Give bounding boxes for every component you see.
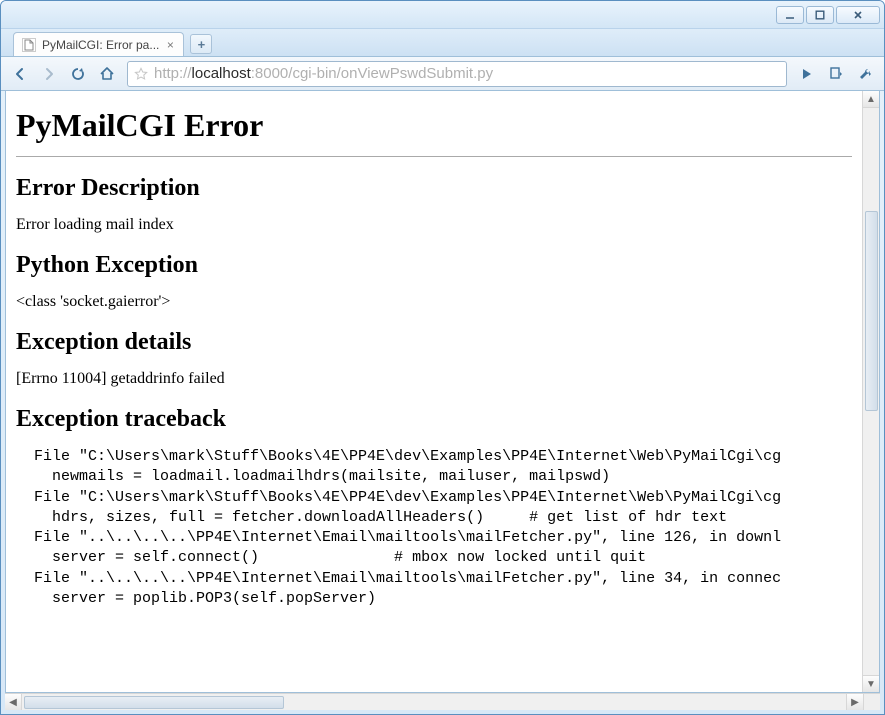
wrench-menu-button[interactable] — [852, 61, 878, 87]
go-button[interactable] — [794, 61, 820, 87]
vertical-scrollbar[interactable]: ▲ ▼ — [862, 91, 879, 692]
scrollbar-corner — [863, 694, 880, 710]
page-content: PyMailCGI Error Error Description Error … — [6, 91, 862, 692]
tab-title: PyMailCGI: Error pa... — [42, 38, 159, 52]
scroll-down-button[interactable]: ▼ — [863, 675, 879, 692]
new-tab-button[interactable]: + — [190, 34, 212, 54]
maximize-button[interactable] — [806, 6, 834, 24]
text-exception-details: [Errno 11004] getaddrinfo failed — [16, 370, 852, 388]
minimize-button[interactable] — [776, 6, 804, 24]
horizontal-scrollbar[interactable]: ◀ ▶ — [5, 693, 880, 710]
divider — [16, 156, 852, 157]
page-viewport: PyMailCGI Error Error Description Error … — [5, 91, 880, 693]
tab-close-button[interactable]: × — [163, 38, 177, 52]
home-button[interactable] — [94, 61, 120, 87]
heading-error-description: Error Description — [16, 175, 852, 202]
bookmark-star-icon[interactable] — [132, 65, 150, 83]
forward-button[interactable] — [36, 61, 62, 87]
browser-tab[interactable]: PyMailCGI: Error pa... × — [13, 32, 184, 56]
vertical-scroll-thumb[interactable] — [865, 211, 878, 411]
scroll-up-button[interactable]: ▲ — [863, 91, 879, 108]
browser-window: PyMailCGI: Error pa... × + http://localh… — [0, 0, 885, 715]
page-favicon-icon — [22, 38, 36, 52]
traceback-text: File "C:\Users\mark\Stuff\Books\4E\PP4E\… — [16, 447, 852, 609]
browser-toolbar: http://localhost:8000/cgi-bin/onViewPswd… — [1, 57, 884, 91]
horizontal-scroll-thumb[interactable] — [24, 696, 284, 709]
url-port: :8000 — [251, 65, 289, 82]
tab-strip: PyMailCGI: Error pa... × + — [1, 29, 884, 57]
text-error-description: Error loading mail index — [16, 216, 852, 234]
url-path: /cgi-bin/onViewPswdSubmit.py — [288, 65, 493, 82]
heading-exception-details: Exception details — [16, 329, 852, 356]
back-button[interactable] — [7, 61, 33, 87]
text-python-exception: <class 'socket.gaierror'> — [16, 293, 852, 311]
page-title: PyMailCGI Error — [16, 107, 852, 144]
scroll-left-button[interactable]: ◀ — [5, 694, 22, 710]
heading-exception-traceback: Exception traceback — [16, 406, 852, 433]
scroll-right-button[interactable]: ▶ — [846, 694, 863, 710]
url-host: localhost — [192, 65, 251, 82]
address-bar[interactable]: http://localhost:8000/cgi-bin/onViewPswd… — [127, 61, 787, 87]
url-display[interactable]: http://localhost:8000/cgi-bin/onViewPswd… — [154, 65, 782, 82]
heading-python-exception: Python Exception — [16, 252, 852, 279]
page-menu-button[interactable] — [823, 61, 849, 87]
window-titlebar — [1, 1, 884, 29]
reload-button[interactable] — [65, 61, 91, 87]
url-protocol: http:// — [154, 65, 192, 82]
close-button[interactable] — [836, 6, 880, 24]
